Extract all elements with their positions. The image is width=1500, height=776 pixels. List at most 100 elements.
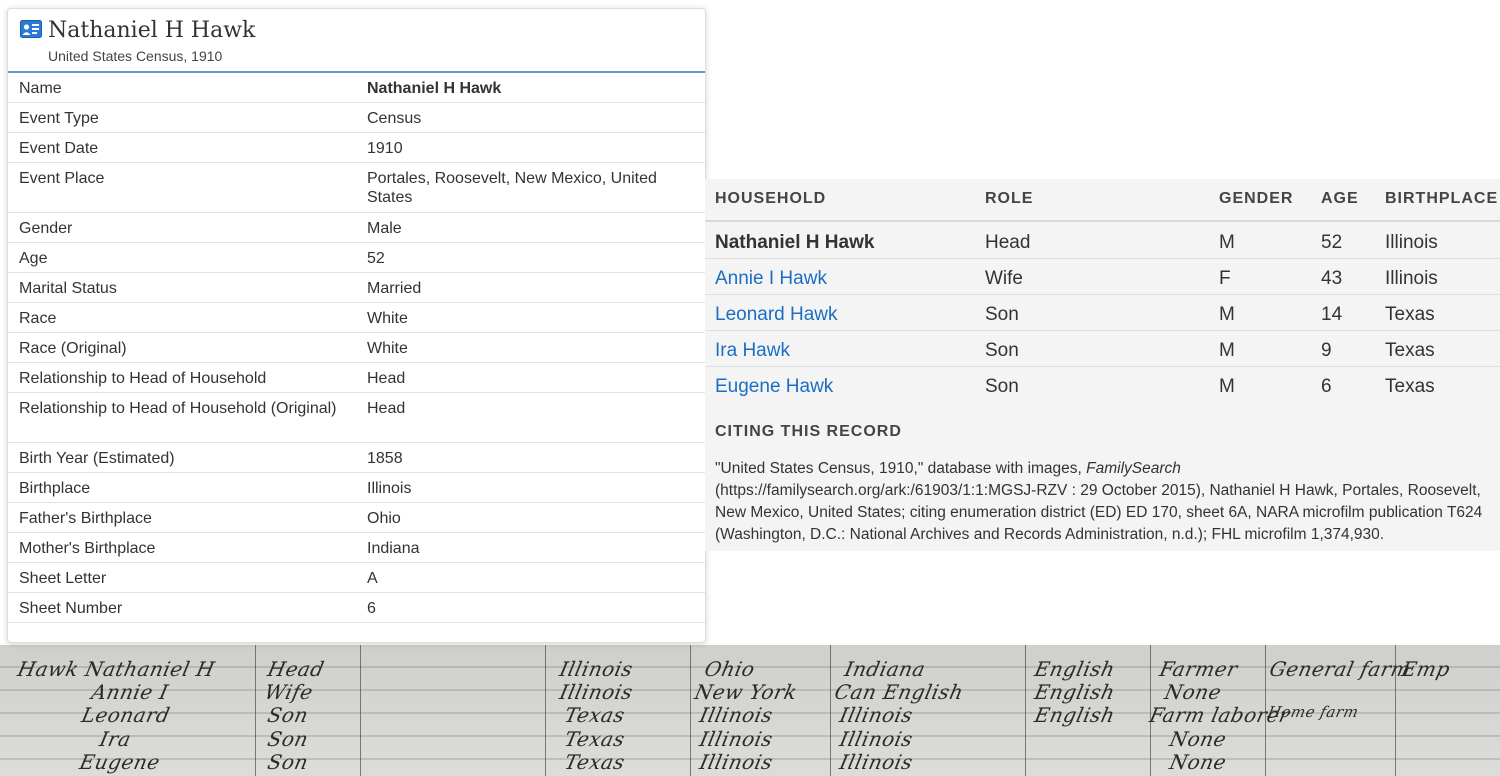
scan-employment: Emp: [1399, 657, 1453, 681]
field-row-race: Race White: [8, 303, 705, 333]
scan-birthplace: Texas: [562, 750, 628, 774]
column-header-household: HOUSEHOLD: [715, 190, 827, 207]
field-value: Ohio: [367, 510, 401, 527]
scan-column-rule: [360, 645, 361, 776]
field-label: Event Place: [19, 170, 105, 187]
field-row-gender: Gender Male: [8, 213, 705, 243]
scan-mother-birthplace: Illinois: [837, 750, 916, 774]
column-header-gender: GENDER: [1219, 190, 1294, 207]
household-member-role: Wife: [985, 268, 1023, 289]
scan-father-birthplace: New York: [692, 680, 800, 704]
field-label: Marital Status: [19, 280, 117, 297]
scan-name: Annie I: [89, 680, 171, 704]
field-row-name: Name Nathaniel H Hawk: [8, 73, 705, 103]
scan-relation: Wife: [262, 680, 316, 704]
household-member-link[interactable]: Ira Hawk: [715, 340, 790, 362]
scan-occupation: None: [1162, 680, 1224, 704]
field-row-sheet-letter: Sheet Letter A: [8, 563, 705, 593]
household-row: Nathaniel H Hawk Head M 52 Illinois: [705, 223, 1500, 259]
household-member-role: Son: [985, 304, 1019, 325]
household-member-age: 14: [1321, 304, 1343, 325]
scan-birthplace: Texas: [562, 727, 628, 751]
field-value: Nathaniel H Hawk: [367, 80, 502, 97]
column-header-birthplace: BIRTHPLACE: [1385, 190, 1499, 207]
record-header: Nathaniel H Hawk United States Census, 1…: [8, 9, 705, 73]
scan-column-rule: [255, 645, 256, 776]
scan-relation: Son: [265, 727, 311, 751]
scan-name: Hawk Nathaniel H: [15, 657, 218, 681]
household-member-birthplace: Illinois: [1385, 232, 1438, 253]
field-value: White: [367, 340, 408, 357]
column-header-role: ROLE: [985, 190, 1034, 207]
scan-language: English: [1032, 703, 1118, 727]
household-member-link[interactable]: Annie I Hawk: [715, 268, 827, 290]
household-member-link[interactable]: Eugene Hawk: [715, 376, 833, 398]
scan-language: English: [1032, 680, 1118, 704]
field-row-mother-birthplace: Mother's Birthplace Indiana: [8, 533, 705, 563]
field-value: Head: [367, 370, 406, 387]
household-table-header: HOUSEHOLD ROLE GENDER AGE BIRTHPLACE: [705, 179, 1500, 222]
field-label: Event Date: [19, 140, 99, 157]
field-label: Birthplace: [19, 480, 91, 497]
scan-birthplace: Illinois: [557, 680, 636, 704]
field-label: Event Type: [19, 110, 99, 127]
field-label: Sheet Letter: [19, 570, 107, 587]
field-value: Portales, Roosevelt, New Mexico, United …: [367, 170, 657, 206]
scan-name: Leonard: [79, 703, 173, 727]
field-row-relationship: Relationship to Head of Household Head: [8, 363, 705, 393]
citation-heading: CITING THIS RECORD: [715, 423, 902, 440]
record-card-icon: [20, 20, 42, 38]
scan-father-birthplace: Illinois: [697, 750, 776, 774]
household-member-link[interactable]: Leonard Hawk: [715, 304, 838, 326]
household-member-birthplace: Illinois: [1385, 268, 1438, 289]
scan-birthplace: Texas: [562, 703, 628, 727]
field-value: White: [367, 310, 408, 327]
household-member-gender: M: [1219, 232, 1235, 253]
scan-column-rule: [830, 645, 831, 776]
citation-text-end: (https://familysearch.org/ark:/61903/1:1…: [715, 482, 1483, 543]
field-label: Race (Original): [19, 340, 127, 357]
field-row-event-type: Event Type Census: [8, 103, 705, 133]
scan-language: English: [1032, 657, 1118, 681]
scan-mother-birthplace: Indiana: [842, 657, 928, 681]
household-member-gender: M: [1219, 340, 1235, 361]
field-value: Married: [367, 280, 422, 297]
household-member-birthplace: Texas: [1385, 340, 1435, 361]
record-collection[interactable]: United States Census, 1910: [48, 48, 222, 64]
household-member-gender: F: [1219, 268, 1231, 289]
census-image-strip: Hawk Nathaniel H Annie I Leonard Ira Eug…: [0, 645, 1500, 776]
scan-occupation: None: [1167, 750, 1229, 774]
field-label: Relationship to Head of Household: [19, 370, 267, 387]
citation-text-start: "United States Census, 1910," database w…: [715, 460, 1087, 477]
scan-birthplace: Illinois: [557, 657, 636, 681]
household-member-role: Head: [985, 232, 1031, 253]
citation-source: FamilySearch: [1086, 460, 1181, 477]
scan-relation: Son: [265, 703, 311, 727]
scan-father-birthplace: Illinois: [697, 703, 776, 727]
field-value: 1910: [367, 140, 403, 157]
scan-industry: General farm: [1267, 657, 1414, 681]
field-row-birthplace: Birthplace Illinois: [8, 473, 705, 503]
record-card: Nathaniel H Hawk United States Census, 1…: [7, 8, 706, 643]
field-row-marital-status: Marital Status Married: [8, 273, 705, 303]
household-member-role: Son: [985, 376, 1019, 397]
field-value: 6: [367, 600, 376, 617]
field-row-birth-year: Birth Year (Estimated) 1858: [8, 443, 705, 473]
household-panel: HOUSEHOLD ROLE GENDER AGE BIRTHPLACE Nat…: [705, 179, 1500, 551]
scan-column-rule: [1025, 645, 1026, 776]
scan-industry: Home farm: [1266, 703, 1361, 721]
household-row: Annie I Hawk Wife F 43 Illinois: [705, 259, 1500, 295]
scan-column-rule: [690, 645, 691, 776]
scan-name: Eugene: [77, 750, 163, 774]
field-label: Father's Birthplace: [19, 510, 152, 527]
household-row: Leonard Hawk Son M 14 Texas: [705, 295, 1500, 331]
field-value: Census: [367, 110, 422, 127]
scan-father-birthplace: Ohio: [702, 657, 758, 681]
field-value: A: [367, 570, 378, 587]
household-member-age: 9: [1321, 340, 1332, 361]
field-value: Indiana: [367, 540, 420, 557]
field-value: 52: [367, 250, 385, 267]
household-member-age: 43: [1321, 268, 1343, 289]
household-member-role: Son: [985, 340, 1019, 361]
record-title: Nathaniel H Hawk: [48, 18, 256, 43]
